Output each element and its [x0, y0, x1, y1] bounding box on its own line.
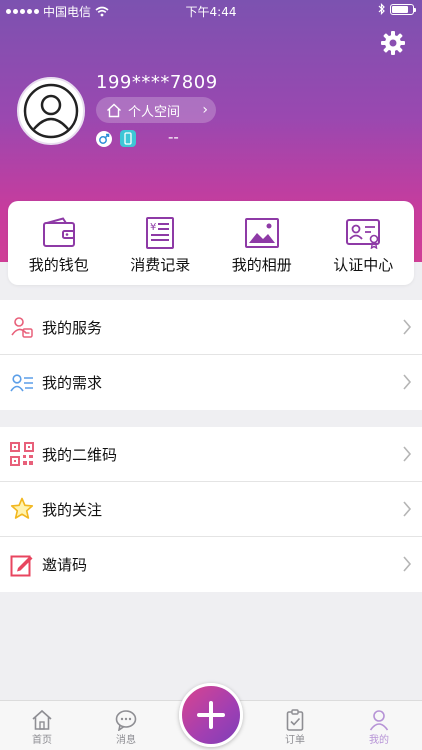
- service-icon: [11, 317, 33, 338]
- quick-action-wallet-label: 我的钱包: [28, 256, 89, 274]
- quick-action-records[interactable]: ¥ 消费记录: [110, 201, 212, 285]
- battery-icon: [390, 3, 416, 15]
- menu-item-my-services[interactable]: 我的服务: [0, 300, 422, 355]
- user-placeholder-icon: [23, 83, 79, 139]
- tab-home-label: 首页: [32, 735, 52, 746]
- user-phone: 199****7809: [96, 72, 218, 93]
- home-icon: [107, 103, 121, 117]
- chevron-right-icon: [403, 556, 412, 572]
- certificate-icon: [346, 219, 381, 249]
- svg-text:¥: ¥: [150, 222, 156, 233]
- male-gender-icon: [96, 131, 112, 147]
- chevron-right-icon: ›: [202, 102, 208, 118]
- home-tab-icon: [32, 709, 52, 730]
- chevron-right-icon: [403, 374, 412, 390]
- status-time: 下午4:44: [185, 5, 237, 19]
- qrcode-icon: [10, 442, 34, 466]
- settings-gear-icon[interactable]: [380, 30, 406, 56]
- tab-home[interactable]: 首页: [22, 709, 62, 746]
- menu-item-my-demands[interactable]: 我的需求: [0, 355, 422, 410]
- user-status-placeholder: --: [168, 128, 179, 146]
- quick-action-certification-label: 认证中心: [333, 256, 394, 274]
- avatar[interactable]: [17, 77, 85, 145]
- personal-space-label: 个人空间: [128, 104, 181, 120]
- tab-mine[interactable]: 我的: [359, 709, 399, 746]
- quick-action-certification[interactable]: 认证中心: [313, 201, 415, 285]
- quick-action-album[interactable]: 我的相册: [211, 201, 313, 285]
- menu-item-my-demands-label: 我的需求: [42, 374, 103, 392]
- menu-group-personal: 我的二维码 我的关注 邀请码: [0, 427, 422, 592]
- menu-item-my-services-label: 我的服务: [42, 318, 103, 337]
- tab-messages[interactable]: 消息: [106, 709, 146, 746]
- publish-plus-button[interactable]: [179, 683, 243, 747]
- tab-mine-label: 我的: [369, 735, 389, 746]
- quick-action-wallet[interactable]: 我的钱包: [8, 201, 110, 285]
- user-tab-icon: [369, 710, 389, 731]
- mobile-verified-icon: [120, 130, 136, 147]
- personal-space-button[interactable]: 个人空间 ›: [96, 97, 216, 123]
- status-bar: 中国电信 下午4:44: [0, 0, 422, 22]
- menu-item-invite-code-label: 邀请码: [42, 556, 88, 574]
- menu-item-my-follows[interactable]: 我的关注: [0, 482, 422, 537]
- invite-edit-icon: [10, 555, 33, 576]
- chevron-right-icon: [403, 446, 412, 462]
- demand-icon: [10, 373, 33, 391]
- chevron-right-icon: [403, 319, 412, 335]
- menu-item-my-qrcode-label: 我的二维码: [42, 445, 118, 464]
- menu-item-my-follows-label: 我的关注: [42, 500, 103, 519]
- bluetooth-icon: [378, 3, 385, 15]
- wallet-icon: [42, 217, 75, 247]
- menu-item-my-qrcode[interactable]: 我的二维码: [0, 427, 422, 482]
- menu-item-invite-code[interactable]: 邀请码: [0, 537, 422, 592]
- plus-icon: [197, 701, 225, 729]
- quick-action-records-label: 消费记录: [130, 256, 191, 274]
- tab-messages-label: 消息: [116, 735, 136, 746]
- tab-orders[interactable]: 订单: [275, 709, 315, 746]
- chevron-right-icon: [403, 501, 412, 517]
- album-icon: [244, 218, 279, 248]
- quick-actions-card: 我的钱包 ¥ 消费记录 我的相册 认证中心: [8, 201, 414, 285]
- chat-bubble-icon: [115, 710, 137, 731]
- clipboard-check-icon: [286, 709, 304, 731]
- menu-group-services: 我的服务 我的需求: [0, 300, 422, 410]
- tab-orders-label: 订单: [285, 735, 305, 746]
- quick-action-album-label: 我的相册: [231, 256, 292, 274]
- star-icon: [10, 497, 34, 519]
- receipt-icon: ¥: [146, 217, 175, 249]
